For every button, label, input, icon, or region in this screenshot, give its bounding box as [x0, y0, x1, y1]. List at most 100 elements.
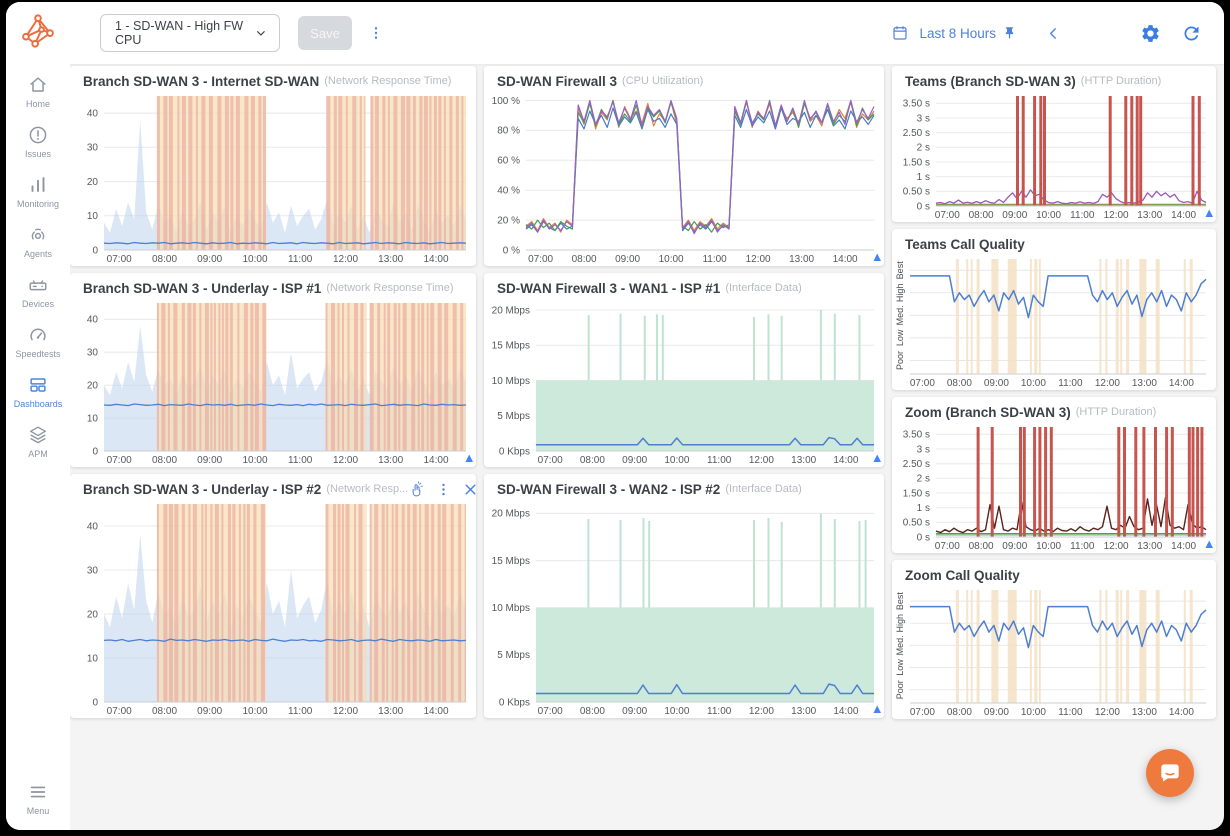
charts-column-3: Teams (Branch SD-WAN 3)(HTTP Duration)0 …: [892, 66, 1216, 822]
chart-header: Zoom (Branch SD-WAN 3)(HTTP Duration): [892, 397, 1216, 423]
sidebar-item-label: Devices: [22, 299, 54, 309]
svg-text:09:00: 09:00: [197, 254, 222, 265]
svg-text:Best: Best: [895, 592, 905, 611]
svg-text:14:00: 14:00: [1171, 541, 1196, 552]
svg-text:0 s: 0 s: [917, 201, 930, 212]
close-icon[interactable]: [462, 481, 476, 498]
apm-icon: [27, 424, 49, 446]
chart-plot[interactable]: PoorLowMed.HighBest07:0008:0009:0010:001…: [892, 255, 1216, 390]
settings-gear-icon[interactable]: [1140, 23, 1161, 44]
chart-plot[interactable]: 0 %20 %40 %60 %80 %100 %07:0008:0009:001…: [484, 92, 884, 266]
chart-header: Zoom Call Quality: [892, 560, 1216, 586]
calendar-icon[interactable]: [891, 24, 909, 42]
svg-text:2.50 s: 2.50 s: [903, 459, 930, 470]
svg-text:1.50 s: 1.50 s: [903, 157, 930, 168]
svg-text:09:00: 09:00: [984, 707, 1009, 718]
chart-plot[interactable]: PoorLowMed.HighBest07:0008:0009:0010:001…: [892, 586, 1216, 719]
svg-text:12:00: 12:00: [333, 254, 358, 265]
scroll-latest-triangle[interactable]: [1206, 541, 1214, 549]
chat-support-button[interactable]: [1146, 749, 1194, 797]
chart-card-zoom-call-quality: Zoom Call QualityPoorLowMed.HighBest07:0…: [892, 560, 1216, 719]
svg-text:09:00: 09:00: [1002, 541, 1027, 552]
svg-text:Low: Low: [895, 329, 905, 346]
app-logo[interactable]: [21, 2, 55, 59]
svg-text:09:00: 09:00: [984, 378, 1009, 389]
pin-icon[interactable]: [1002, 26, 1017, 41]
sidebar-item-monitoring[interactable]: Monitoring: [14, 174, 63, 209]
svg-text:12:00: 12:00: [749, 455, 774, 466]
chart-title: SD-WAN Firewall 3 - WAN2 - ISP #2: [497, 482, 720, 497]
chart-header: Teams Call Quality: [892, 229, 1216, 255]
sidebar-item-speedtests[interactable]: Speedtests: [14, 324, 63, 359]
sidebar-item-issues[interactable]: Issues: [14, 124, 63, 159]
svg-text:13:00: 13:00: [789, 254, 814, 265]
svg-text:11:00: 11:00: [707, 455, 732, 466]
sidebar-item-home[interactable]: Home: [14, 74, 63, 109]
svg-text:11:00: 11:00: [1058, 707, 1083, 718]
scroll-latest-triangle[interactable]: [874, 706, 882, 714]
sidebar-item-apm[interactable]: APM: [14, 424, 63, 459]
chart-plot[interactable]: 01020304007:0008:0009:0010:0011:0012:001…: [70, 92, 476, 266]
scroll-latest-triangle[interactable]: [874, 254, 882, 262]
chart-plot[interactable]: 0 Kbps5 Mbps10 Mbps15 Mbps20 Mbps07:0008…: [484, 500, 884, 718]
svg-text:20: 20: [87, 609, 99, 620]
sidebar-item-agents[interactable]: Agents: [14, 224, 63, 259]
svg-text:07:00: 07:00: [107, 706, 132, 717]
drag-hand-icon[interactable]: [408, 481, 425, 498]
refresh-icon[interactable]: [1181, 23, 1202, 44]
scroll-latest-triangle[interactable]: [466, 455, 474, 463]
svg-text:5 Mbps: 5 Mbps: [497, 411, 530, 422]
svg-text:High: High: [895, 284, 905, 303]
dashboard-grid: Branch SD-WAN 3 - Internet SD-WAN(Networ…: [70, 64, 1224, 830]
more-options-kebab-icon[interactable]: [368, 24, 384, 42]
svg-text:High: High: [895, 614, 905, 633]
svg-text:15 Mbps: 15 Mbps: [492, 341, 530, 352]
svg-text:07:00: 07:00: [528, 254, 553, 265]
dashboard-select[interactable]: 1 - SD-WAN - High FW CPU: [100, 14, 280, 52]
chart-card-fw-wan1: SD-WAN Firewall 3 - WAN1 - ISP #1(Interf…: [484, 273, 884, 467]
scroll-latest-triangle[interactable]: [874, 455, 882, 463]
collapse-panel-chevron-left-icon[interactable]: [1045, 25, 1062, 42]
svg-text:10:00: 10:00: [664, 706, 689, 717]
chart-plot[interactable]: 0 s0.50 s1 s1.50 s2 s2.50 s3 s3.50 s07:0…: [892, 423, 1216, 553]
svg-text:2.50 s: 2.50 s: [903, 128, 930, 139]
charts-column-1: Branch SD-WAN 3 - Internet SD-WAN(Networ…: [70, 66, 476, 822]
svg-text:10:00: 10:00: [659, 254, 684, 265]
svg-text:12:00: 12:00: [749, 706, 774, 717]
chart-card-underlay-isp2: Branch SD-WAN 3 - Underlay - ISP #2(Netw…: [70, 474, 476, 718]
chart-body: 01020304007:0008:0009:0010:0011:0012:001…: [70, 92, 476, 266]
svg-text:08:00: 08:00: [947, 707, 972, 718]
svg-text:13:00: 13:00: [1137, 541, 1162, 552]
svg-text:07:00: 07:00: [935, 210, 960, 221]
speedtests-icon: [27, 324, 49, 346]
chart-card-teams-call-quality: Teams Call QualityPoorLowMed.HighBest07:…: [892, 229, 1216, 390]
svg-text:10:00: 10:00: [1036, 210, 1061, 221]
chart-plot[interactable]: 01020304007:0008:0009:0010:0011:0012:001…: [70, 500, 476, 718]
chart-title: SD-WAN Firewall 3 - WAN1 - ISP #1: [497, 281, 720, 296]
sidebar-item-devices[interactable]: Devices: [14, 274, 63, 309]
time-range-label[interactable]: Last 8 Hours: [919, 26, 996, 41]
sidebar-item-menu[interactable]: Menu: [6, 781, 70, 816]
svg-text:Poor: Poor: [895, 680, 905, 699]
chart-title: SD-WAN Firewall 3: [497, 74, 617, 89]
chart-plot[interactable]: 0 Kbps5 Mbps10 Mbps15 Mbps20 Mbps07:0008…: [484, 299, 884, 467]
chart-plot[interactable]: 0 s0.50 s1 s1.50 s2 s2.50 s3 s3.50 s07:0…: [892, 92, 1216, 222]
svg-text:09:00: 09:00: [197, 706, 222, 717]
svg-text:20 %: 20 %: [497, 215, 520, 226]
svg-text:30: 30: [87, 565, 99, 576]
sidebar-item-dashboards[interactable]: Dashboards: [14, 374, 63, 409]
chart-card-internet-sdwan: Branch SD-WAN 3 - Internet SD-WAN(Networ…: [70, 66, 476, 266]
svg-text:Med.: Med.: [895, 635, 905, 655]
svg-text:10 Mbps: 10 Mbps: [492, 376, 530, 387]
chart-options-kebab-icon[interactable]: [435, 481, 452, 498]
svg-text:14:00: 14:00: [423, 706, 448, 717]
svg-text:13:00: 13:00: [1132, 378, 1157, 389]
chart-plot[interactable]: 01020304007:0008:0009:0010:0011:0012:001…: [70, 299, 476, 467]
scroll-latest-triangle[interactable]: [1206, 210, 1214, 218]
svg-text:10:00: 10:00: [1036, 541, 1061, 552]
svg-text:11:00: 11:00: [288, 254, 313, 265]
svg-text:0: 0: [92, 446, 98, 457]
topbar: 1 - SD-WAN - High FW CPU Save Last 8 Hou…: [70, 2, 1224, 64]
save-button[interactable]: Save: [298, 16, 352, 50]
svg-text:Low: Low: [895, 659, 905, 676]
